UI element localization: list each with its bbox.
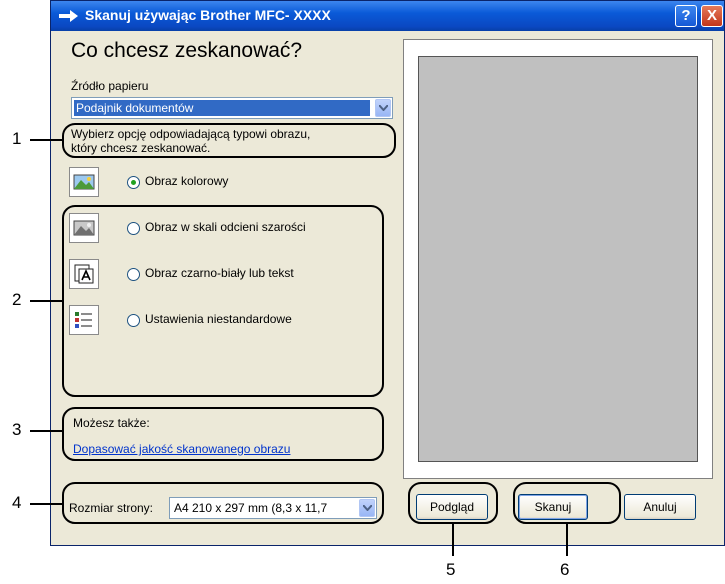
chevron-down-icon[interactable] [375,99,391,117]
leader-line-1 [30,139,62,141]
scan-arrow-icon [59,10,78,22]
help-button[interactable]: ? [675,5,697,27]
radio-color-picture[interactable] [127,176,140,189]
callout-frame-6 [513,482,621,524]
leader-line-5 [452,524,454,556]
callout-number-5: 5 [446,560,456,579]
callout-frame-1 [62,123,396,158]
paper-source-label: Źródło papieru [71,79,148,93]
callout-frame-5 [408,482,498,524]
callout-frame-3 [62,407,384,461]
option-label-color: Obraz kolorowy [145,174,229,188]
callout-number-6: 6 [560,560,570,579]
cancel-button[interactable]: Anuluj [624,494,696,520]
close-button[interactable]: X [701,5,723,27]
callout-frame-2 [62,205,384,397]
window-title: Skanuj używając Brother MFC- XXXX [85,7,331,23]
leader-line-6 [566,524,568,556]
leader-line-3 [30,430,62,432]
paper-source-value: Podajnik dokumentów [74,100,370,116]
callout-number-4: 4 [12,493,22,512]
preview-area [403,39,713,479]
title-bar[interactable]: Skanuj używając Brother MFC- XXXX ? X [51,1,724,31]
leader-line-4 [30,503,62,505]
paper-source-select[interactable]: Podajnik dokumentów [71,97,393,119]
callout-number-2: 2 [12,290,22,309]
callout-number-1: 1 [12,129,22,148]
dialog-heading: Co chcesz zeskanować? [71,39,303,62]
color-picture-icon[interactable] [69,167,99,197]
paper-source-label-text: Źródło papieru [71,79,149,93]
callout-number-3: 3 [12,420,22,439]
preview-page [418,56,698,462]
callout-frame-4 [62,482,384,524]
leader-line-2 [30,300,62,302]
